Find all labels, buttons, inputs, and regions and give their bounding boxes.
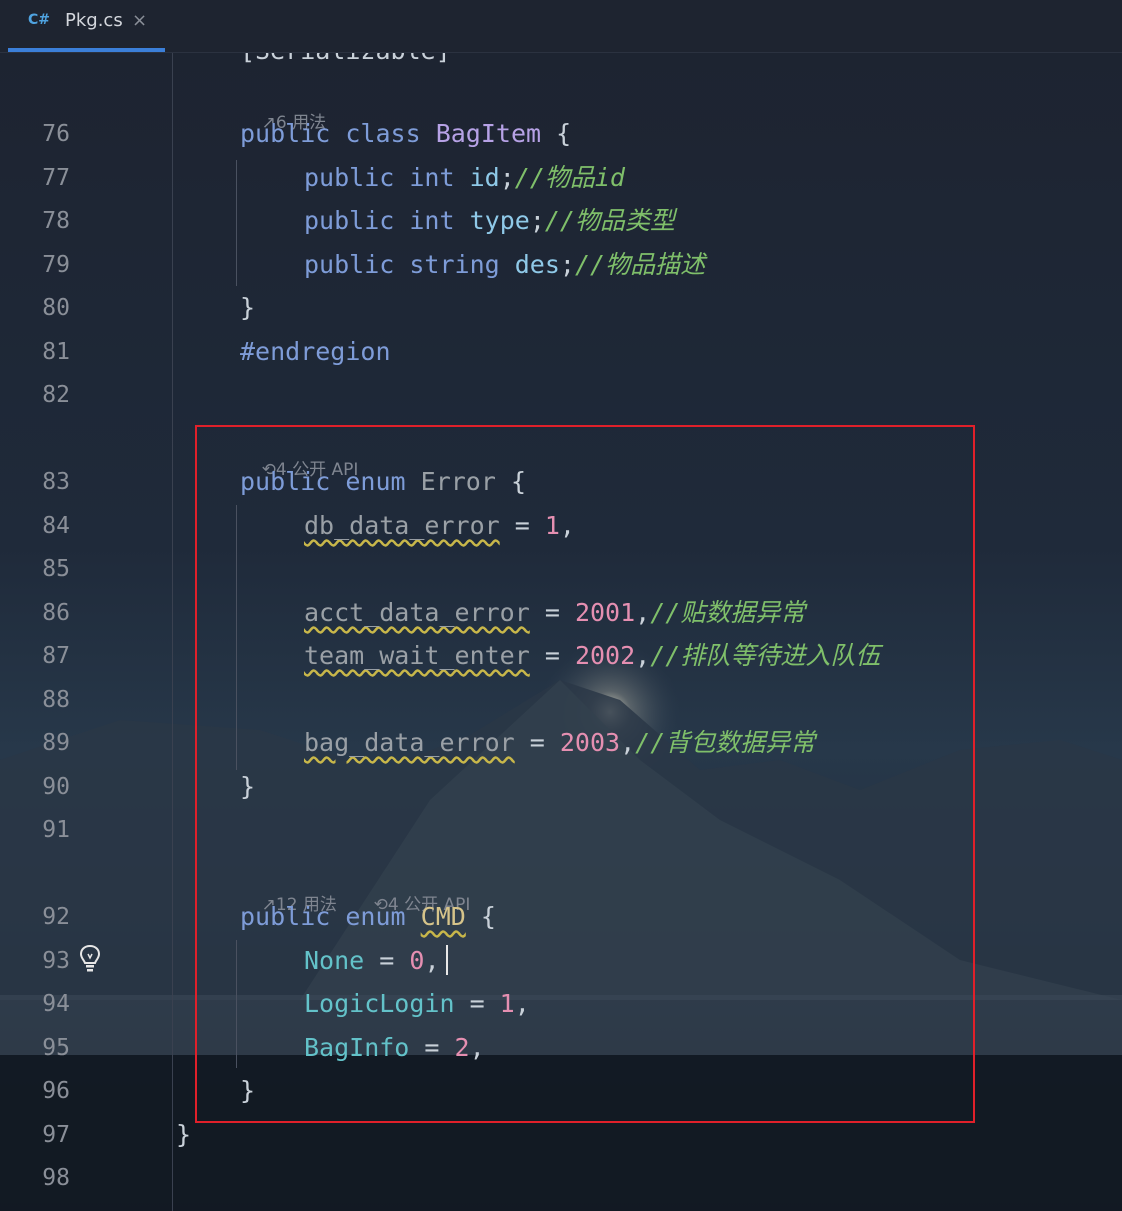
line-number: 86 — [42, 600, 70, 626]
editor-tab-bar: C# Pkg.cs × — [0, 0, 1122, 53]
code-text: #endregion — [240, 337, 391, 366]
line-number: 76 — [42, 121, 70, 147]
line-number: 88 — [42, 687, 70, 713]
close-icon[interactable]: × — [132, 10, 147, 31]
line-number: 97 — [42, 1122, 70, 1148]
line-number: 79 — [42, 252, 70, 278]
line-number: 85 — [42, 556, 70, 582]
line-number: 90 — [42, 774, 70, 800]
line-number: 89 — [42, 730, 70, 756]
line-number: 92 — [42, 904, 70, 930]
code-line: 77 public int id;//物品id — [0, 158, 1122, 198]
code-text: public int type;//物品类型 — [304, 206, 675, 235]
line-number: 95 — [42, 1035, 70, 1061]
tab-file-name: Pkg.cs — [65, 10, 123, 31]
line-number: 81 — [42, 339, 70, 365]
line-number: 80 — [42, 295, 70, 321]
lightbulb-icon[interactable] — [79, 944, 101, 974]
line-number: 78 — [42, 208, 70, 234]
code-line: 98 — [0, 1158, 1122, 1198]
line-number: 91 — [42, 817, 70, 843]
indent-guide — [236, 160, 237, 286]
line-number: 82 — [42, 382, 70, 408]
code-line: 78 public int type;//物品类型 — [0, 201, 1122, 241]
code-line: 80 } — [0, 288, 1122, 328]
csharp-file-icon: C# — [28, 12, 51, 28]
tab-pkg-cs[interactable]: C# Pkg.cs × — [8, 0, 165, 52]
code-text: public int id;//物品id — [304, 163, 625, 192]
line-number: 84 — [42, 513, 70, 539]
line-number: 77 — [42, 165, 70, 191]
line-number: 93 — [42, 948, 70, 974]
line-number: 94 — [42, 991, 70, 1017]
code-text: } — [240, 293, 256, 322]
active-tab-indicator — [8, 48, 165, 52]
line-number: 98 — [42, 1165, 70, 1191]
code-text: } — [176, 1120, 192, 1149]
line-number: 83 — [42, 469, 70, 495]
code-line: 79 public string des;//物品描述 — [0, 245, 1122, 285]
code-line: 82 — [0, 375, 1122, 415]
code-line: 76 public class BagItem { — [0, 114, 1122, 154]
code-line: 81 #endregion — [0, 332, 1122, 372]
code-text: public class BagItem { — [240, 119, 572, 148]
code-line-partial: [Serializable] — [0, 53, 1122, 71]
line-number: 96 — [42, 1078, 70, 1104]
code-text: public string des;//物品描述 — [304, 250, 706, 279]
line-number: 87 — [42, 643, 70, 669]
attribute-text: [Serializable] — [240, 53, 451, 71]
highlight-box — [195, 425, 975, 1123]
